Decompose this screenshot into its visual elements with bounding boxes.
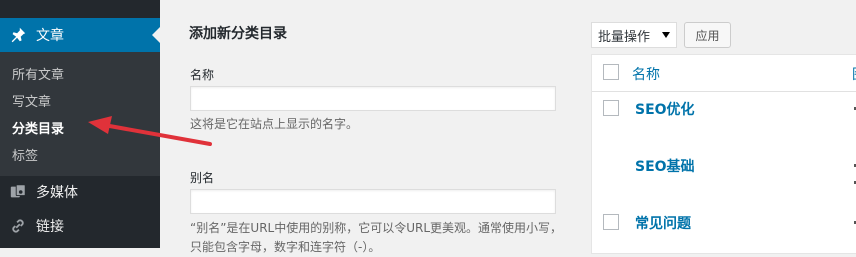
submenu-tags[interactable]: 标签 bbox=[12, 145, 38, 164]
menu-media[interactable]: 多媒体 bbox=[0, 175, 160, 209]
chevron-down-icon bbox=[662, 32, 670, 38]
link-icon bbox=[0, 217, 36, 235]
categories-table: 名称 图 SEO优化 SEO基础 常见问题 bbox=[591, 54, 856, 254]
row-name-link[interactable]: SEO基础 bbox=[635, 156, 695, 176]
name-help-text: 这将是它在站点上显示的名字。 bbox=[190, 117, 359, 131]
menu-posts[interactable]: 文章 bbox=[0, 18, 160, 52]
row-name-link[interactable]: SEO优化 bbox=[635, 99, 695, 119]
categories-table-area: 批量操作 应用 名称 图 SEO优化 SEO基础 常见问题 bbox=[591, 0, 856, 254]
form-title: 添加新分类目录 bbox=[189, 26, 287, 42]
active-indicator bbox=[152, 27, 160, 43]
name-label: 名称 bbox=[190, 68, 215, 82]
slug-help-text: “别名”是在URL中使用的别称，它可以令URL更美观。通常使用小写，只能包含字母… bbox=[190, 221, 563, 254]
row-checkbox[interactable] bbox=[603, 100, 619, 116]
table-header: 名称 图 bbox=[592, 55, 856, 92]
apply-button[interactable]: 应用 bbox=[684, 22, 731, 48]
column-name-header[interactable]: 名称 bbox=[632, 64, 660, 84]
pushpin-icon bbox=[0, 26, 36, 44]
column-next-header[interactable]: 图 bbox=[852, 64, 856, 84]
menu-media-label: 多媒体 bbox=[36, 185, 78, 201]
submenu-categories[interactable]: 分类目录 bbox=[12, 118, 64, 137]
menu-posts-label: 文章 bbox=[36, 28, 64, 44]
category-name-input[interactable] bbox=[190, 86, 556, 111]
submenu-all-posts[interactable]: 所有文章 bbox=[12, 64, 64, 83]
add-category-form: 添加新分类目录 名称 这将是它在站点上显示的名字。 别名 “别名”是在URL中使… bbox=[160, 0, 575, 254]
menu-links[interactable]: 链接 bbox=[0, 209, 160, 243]
submenu-write-post[interactable]: 写文章 bbox=[12, 91, 51, 110]
category-slug-input[interactable] bbox=[190, 189, 556, 214]
menu-links-label: 链接 bbox=[36, 219, 64, 235]
select-all-checkbox[interactable] bbox=[603, 64, 619, 80]
slug-label: 别名 bbox=[190, 171, 215, 185]
row-checkbox[interactable] bbox=[603, 214, 619, 230]
media-icon bbox=[0, 183, 36, 201]
row-name-link[interactable]: 常见问题 bbox=[635, 213, 691, 233]
bulk-action-select[interactable]: 批量操作 bbox=[591, 22, 677, 48]
bulk-action-value: 批量操作 bbox=[598, 29, 651, 45]
